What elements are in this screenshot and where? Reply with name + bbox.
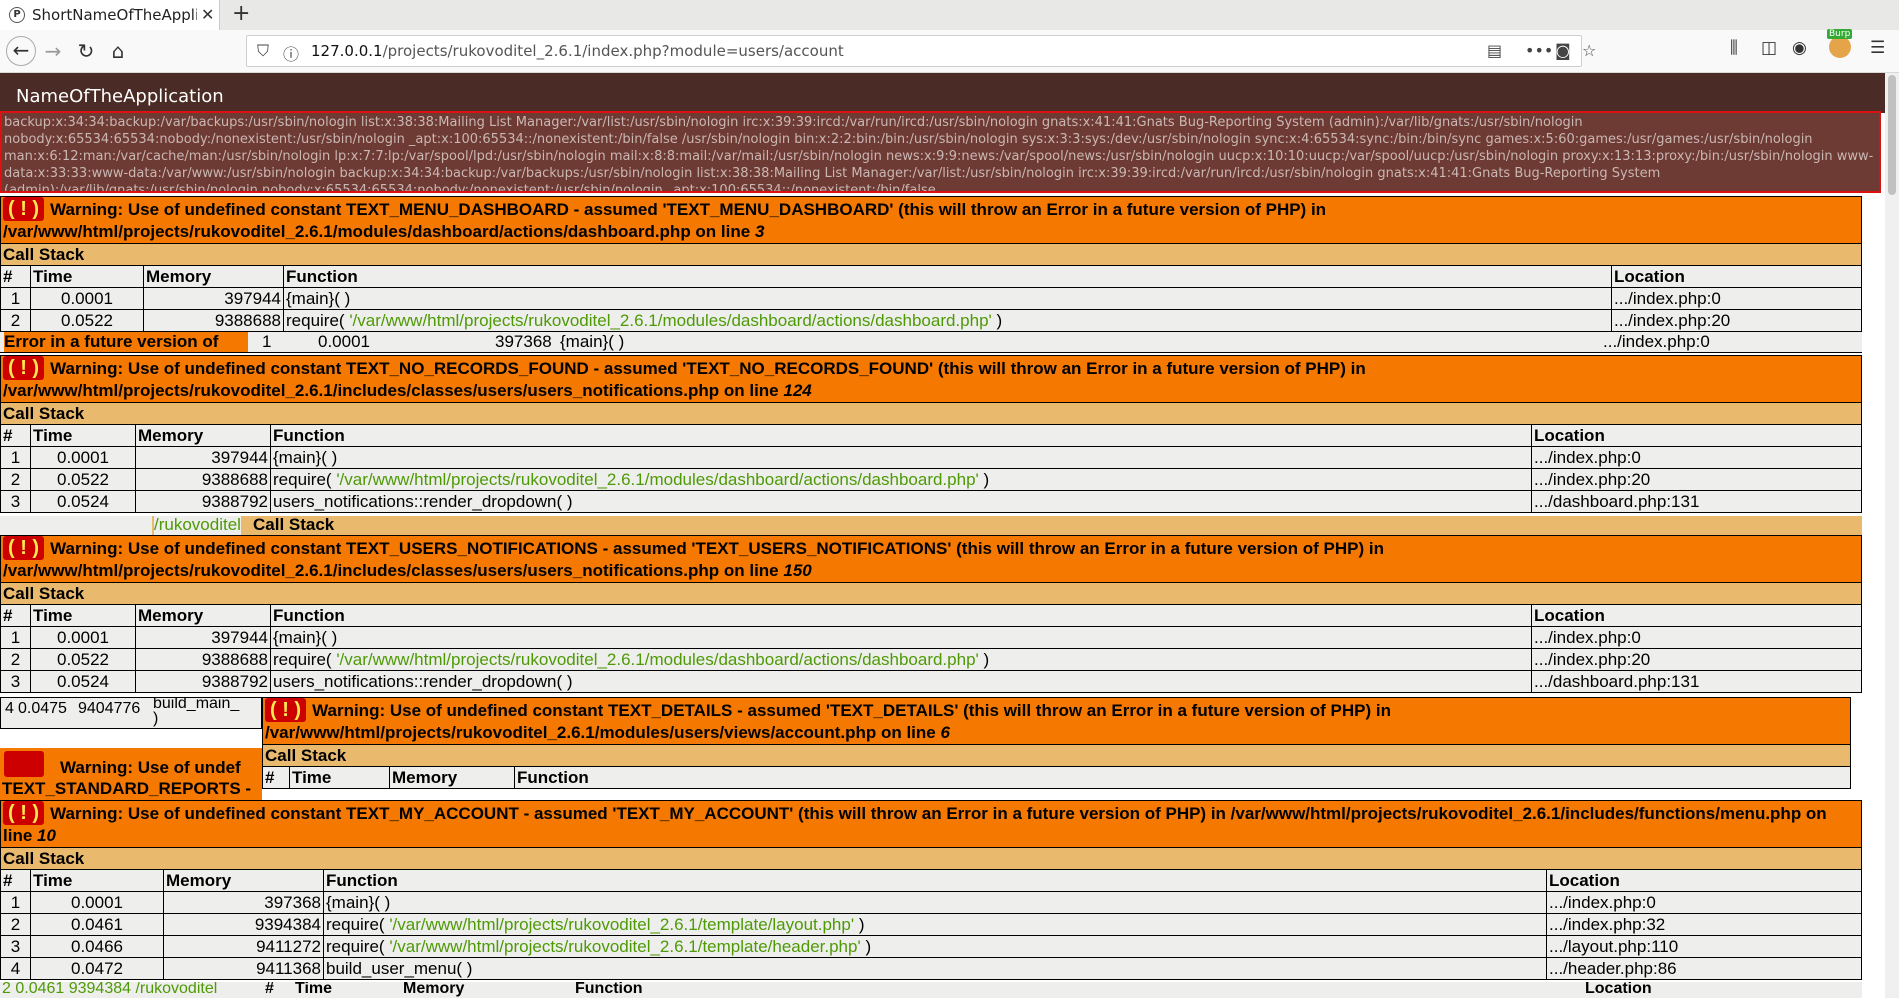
page-scrollbar[interactable] (1885, 73, 1899, 998)
forward-icon[interactable]: → (38, 36, 68, 66)
warning-icon: ( ! ) (3, 801, 45, 825)
table-row: 1 0.0001 397944 {main}( ) .../index.php:0 (0, 287, 1862, 310)
new-tab-icon[interactable]: + (232, 1, 250, 26)
tab-bar: P ShortNameOfTheApplica ✕ + (0, 0, 1899, 30)
burp-extension-icon[interactable]: Burp (1827, 29, 1853, 58)
xdebug-error-2: ( ! ) Warning: Use of undefined constant … (0, 355, 1862, 513)
nav-bar: ← → ↻ ⌂ ⛉ ⓘ 127.0.0.1/projects/rukovodit… (0, 30, 1899, 73)
table-row: 3 0.0524 9388792 users_notifications::rende… (0, 670, 1862, 693)
call-stack-header: # Time Memory Function Location (0, 265, 1862, 288)
table-row: 3 0.0466 9411272 require( '/var/www/html/pr… (0, 935, 1862, 958)
call-stack-heading: Call Stack (0, 847, 1862, 870)
table-row: 2 0.0461 9394384 require( '/var/www/html/pr… (0, 913, 1862, 936)
overlap-fragment-row: Error in a future version of 1 0.0001 39… (0, 332, 1862, 353)
scrollbar-thumb[interactable] (1888, 75, 1896, 195)
table-row: 1 0.0001 397944 {main}( ) .../index.php:0 (0, 446, 1862, 469)
table-row: 4 0.0472 9411368 build_user_menu( ) .../head… (0, 957, 1862, 980)
tab-title: ShortNameOfTheApplica (32, 6, 197, 24)
page-actions-icon[interactable]: ••• (1525, 41, 1553, 60)
home-icon[interactable]: ⌂ (103, 36, 133, 66)
overlap-fragment-bottom: 2 0.0461 9394384 /rukovoditel # Time Mem… (0, 982, 1862, 998)
library-icon[interactable]: ⫼ (1730, 38, 1738, 58)
browser-tab[interactable]: P ShortNameOfTheApplica ✕ (0, 0, 220, 30)
burp-badge: Burp (1827, 29, 1853, 39)
xdebug-error-4: ( ! ) Warning: Use of undefined constant … (262, 697, 1851, 789)
leaked-text: backup:x:34:34:backup:/var/backups:/usr/… (4, 115, 1874, 193)
table-row: 1 0.0001 397944 {main}( ) .../index.php:0 (0, 626, 1862, 649)
table-row: 2 0.0522 9388688 require( '/var/www/html/pr… (0, 468, 1862, 491)
app-header: NameOfTheApplication (0, 73, 1885, 113)
url-text[interactable]: 127.0.0.1/projects/rukovoditel_2.6.1/ind… (311, 42, 844, 60)
warning-message: ( ! ) Warning: Use of undefined constant … (0, 800, 1862, 848)
call-stack-header: # Time Memory Function Location (0, 869, 1862, 892)
warning-icon: ( ! ) (3, 197, 45, 221)
favicon-icon: P (9, 7, 25, 23)
user-avatar-icon (4, 751, 44, 777)
table-row: 1 0.0001 397368 {main}( ) .../index.php:0 (0, 891, 1862, 914)
pocket-icon[interactable]: ◙ (1555, 41, 1571, 60)
warning-message: ( ! ) Warning: Use of undefined constant … (0, 355, 1862, 403)
reload-icon[interactable]: ↻ (71, 36, 101, 66)
warning-message: ( ! ) Warning: Use of undefined constant … (0, 196, 1862, 244)
warning-icon: ( ! ) (3, 536, 45, 560)
call-stack-heading: Call Stack (0, 243, 1862, 266)
call-stack-header: # Time Memory Function (262, 766, 1851, 789)
call-stack-heading: Call Stack (262, 744, 1851, 767)
back-icon[interactable]: ← (6, 36, 36, 66)
reader-view-icon[interactable]: ▤ (1487, 41, 1502, 60)
call-stack-header: # Time Memory Function Location (0, 604, 1862, 627)
app-name[interactable]: NameOfTheApplication (16, 86, 224, 107)
call-stack-heading: Call Stack (0, 582, 1862, 605)
xdebug-error-1: ( ! ) Warning: Use of undefined constant … (0, 196, 1862, 332)
xdebug-error-5: ( ! ) Warning: Use of undefined constant … (0, 800, 1862, 980)
xdebug-error-4-clip: ( ! ) Warning: Use of undefined constant … (262, 697, 1851, 800)
call-stack-header: # Time Memory Function Location (0, 424, 1862, 447)
warning-icon: ( ! ) (3, 356, 45, 380)
table-row: 3 0.0524 9388792 users_notifications::rende… (0, 490, 1862, 513)
leaked-passwd-output: backup:x:34:34:backup:/var/backups:/usr/… (0, 111, 1881, 193)
warning-message: ( ! ) Warning: Use of undefined constant … (262, 697, 1851, 745)
bookmark-star-icon[interactable]: ☆ (1582, 41, 1596, 60)
address-bar[interactable]: ⛉ ⓘ 127.0.0.1/projects/rukovoditel_2.6.1… (246, 35, 1596, 67)
overlap-fragment-side-warning: Warning: Use of undef TEXT_STANDARD_REPO… (0, 748, 262, 800)
table-row: 2 0.0522 9388688 require( '/var/www/html/pr… (0, 648, 1862, 671)
sidebar-icon[interactable]: ◫ (1761, 38, 1777, 58)
xdebug-error-3: ( ! ) Warning: Use of undefined constant … (0, 535, 1862, 693)
account-icon[interactable]: ◉ (1792, 38, 1807, 58)
info-icon[interactable]: ⓘ (283, 41, 299, 65)
table-row: 2 0.0522 9388688 require( '/var/www/html/pr… (0, 309, 1862, 332)
overlap-fragment-row4: 4 0.0475 9404776 build_main_ ) (0, 697, 262, 729)
warning-message: ( ! ) Warning: Use of undefined constant … (0, 535, 1862, 583)
warning-icon: ( ! ) (265, 698, 307, 722)
menu-icon[interactable]: ☰ (1870, 38, 1885, 58)
call-stack-heading: Call Stack (0, 402, 1862, 425)
overlap-fragment-callstack: /rukovoditel Call Stack (0, 516, 1862, 535)
close-tab-icon[interactable]: ✕ (201, 5, 214, 24)
shield-icon[interactable]: ⛉ (257, 41, 269, 61)
